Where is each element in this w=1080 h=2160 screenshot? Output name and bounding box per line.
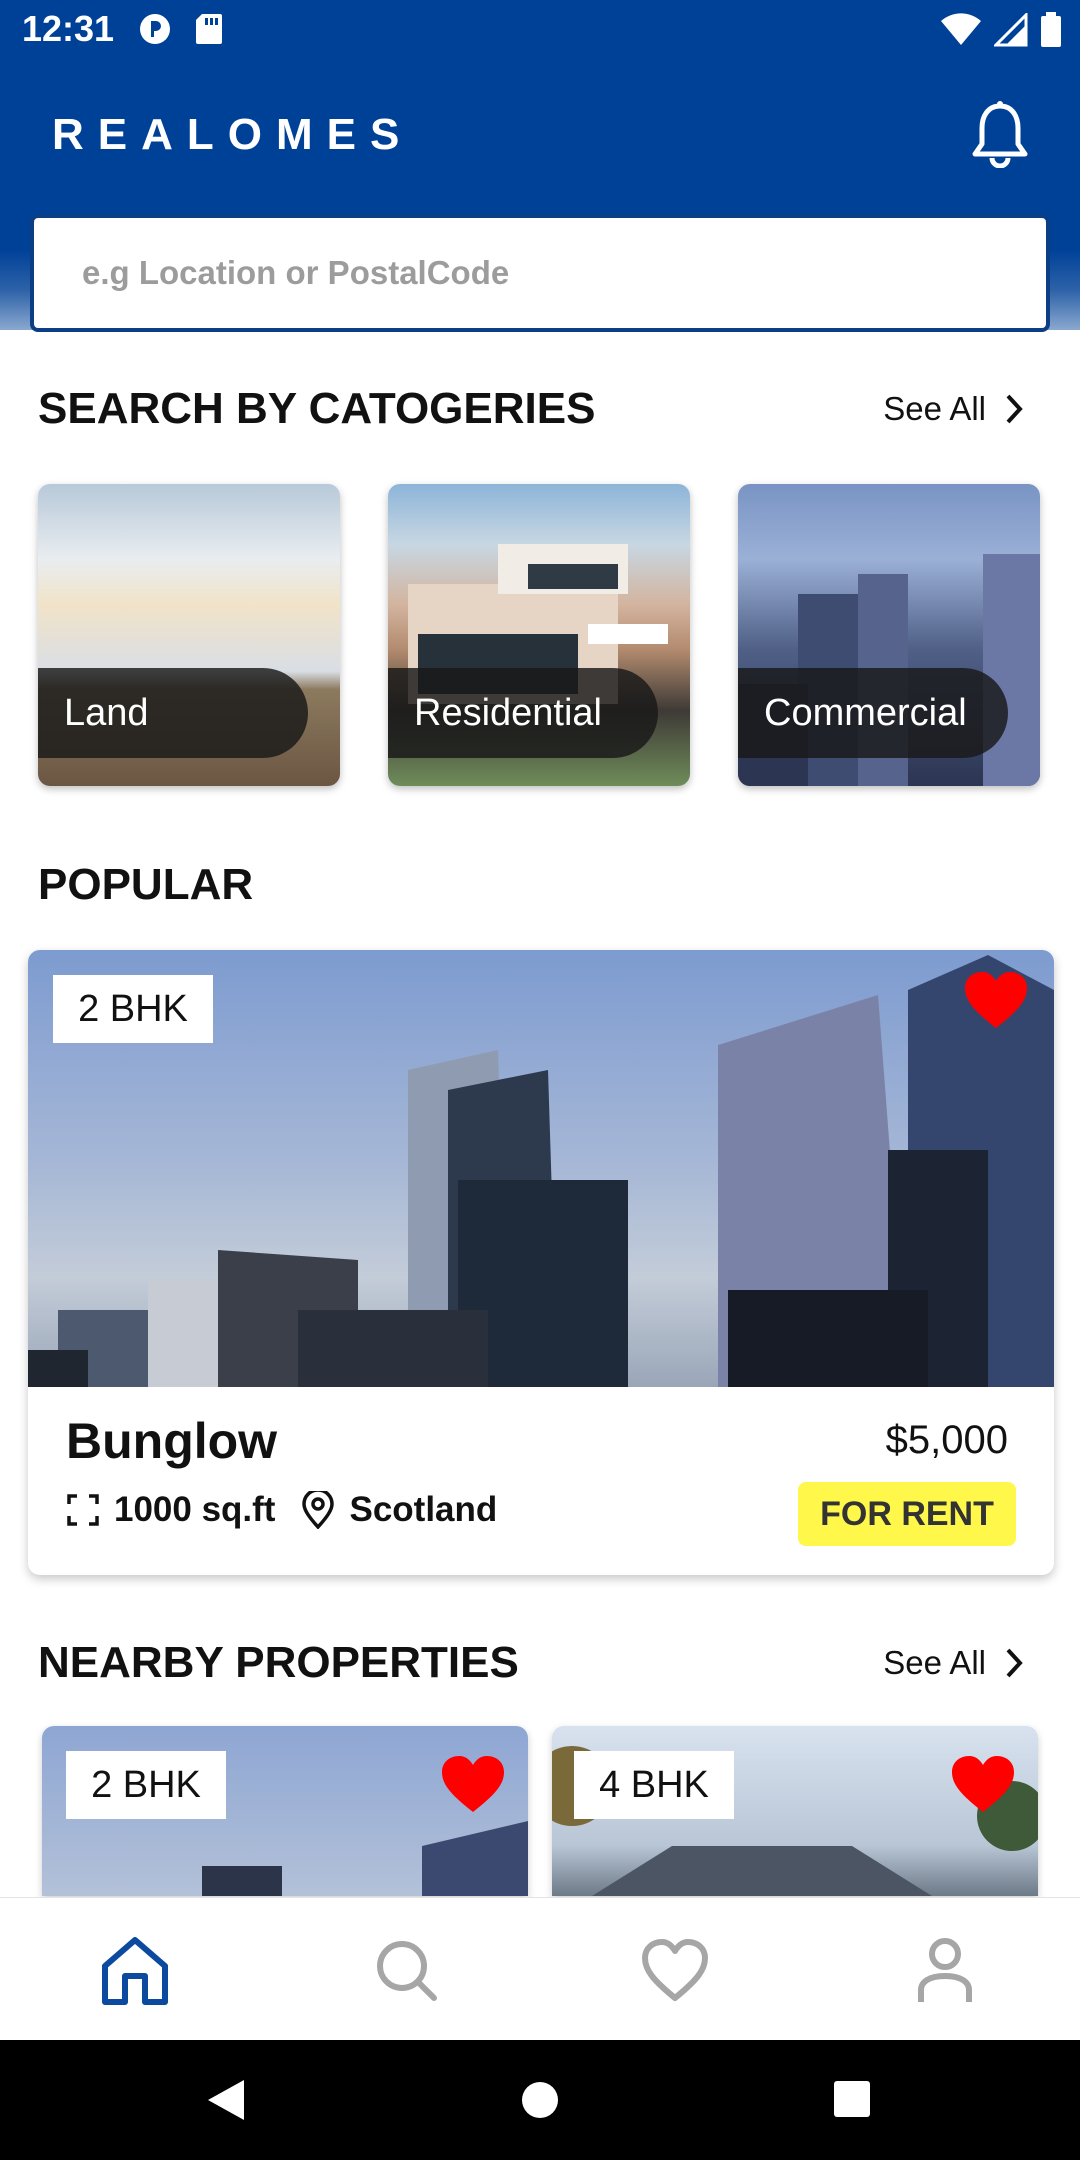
popular-title: POPULAR bbox=[38, 860, 254, 909]
profile-icon[interactable] bbox=[907, 1932, 983, 2008]
categories-title: SEARCH BY CATOGERIES bbox=[38, 384, 596, 433]
bhk-tag: 2 BHK bbox=[66, 1751, 226, 1819]
nearby-title: NEARBY PROPERTIES bbox=[38, 1638, 519, 1687]
property-area: 1000 sq.ft bbox=[114, 1490, 276, 1529]
search-icon[interactable] bbox=[368, 1932, 444, 2008]
search-bar[interactable] bbox=[30, 214, 1050, 332]
nearby-property-card[interactable]: 4 BHK bbox=[552, 1726, 1038, 1896]
data-saver-icon bbox=[140, 14, 170, 44]
bell-icon[interactable] bbox=[970, 100, 1030, 168]
property-name: Bunglow bbox=[66, 1413, 278, 1469]
nearby-property-card[interactable]: 2 BHK bbox=[42, 1726, 528, 1896]
heart-icon[interactable] bbox=[440, 1754, 506, 1814]
heart-icon[interactable] bbox=[950, 1754, 1016, 1814]
status-time: 12:31 bbox=[22, 8, 115, 49]
bhk-tag: 4 BHK bbox=[574, 1751, 734, 1819]
location-pin-icon bbox=[302, 1491, 335, 1529]
property-location: Scotland bbox=[349, 1490, 498, 1529]
wifi-icon bbox=[941, 13, 981, 45]
back-icon[interactable] bbox=[204, 2078, 246, 2122]
heart-outline-icon[interactable] bbox=[637, 1932, 713, 2008]
category-label: Commercial bbox=[738, 668, 1008, 758]
see-all-label: See All bbox=[883, 390, 986, 427]
property-price: $5,000 bbox=[885, 1418, 1008, 1462]
app-brand: REALOMES bbox=[52, 110, 414, 159]
category-card-commercial[interactable]: Commercial bbox=[738, 484, 1040, 786]
home-circle-icon[interactable] bbox=[520, 2080, 560, 2120]
category-card-land[interactable]: Land bbox=[38, 484, 340, 786]
nearby-see-all-button[interactable]: See All bbox=[883, 1644, 1024, 1682]
property-image: 2 BHK bbox=[28, 950, 1054, 1387]
heart-icon[interactable] bbox=[963, 970, 1029, 1030]
chevron-right-icon bbox=[1006, 394, 1023, 424]
home-icon[interactable] bbox=[97, 1932, 173, 2008]
bhk-tag: 2 BHK bbox=[53, 975, 213, 1043]
system-navigation-bar bbox=[0, 2040, 1080, 2160]
status-bar: 12:31 bbox=[0, 0, 1080, 62]
recents-icon[interactable] bbox=[833, 2080, 871, 2118]
sd-card-icon bbox=[196, 14, 222, 44]
category-card-residential[interactable]: Residential bbox=[388, 484, 690, 786]
bottom-navigation bbox=[0, 1897, 1080, 2040]
property-meta: 1000 sq.ft Scotland bbox=[66, 1490, 497, 1530]
category-label: Residential bbox=[388, 668, 658, 758]
category-label: Land bbox=[38, 668, 308, 758]
cell-signal-icon bbox=[994, 13, 1028, 47]
expand-icon bbox=[67, 1494, 99, 1526]
categories-see-all-button[interactable]: See All bbox=[883, 390, 1024, 428]
see-all-label: See All bbox=[883, 1644, 986, 1681]
listing-type-badge: FOR RENT bbox=[798, 1482, 1016, 1546]
popular-property-card[interactable]: 2 BHK Bunglow $5,000 1000 sq.ft Scotland… bbox=[28, 950, 1054, 1575]
chevron-right-icon bbox=[1006, 1648, 1023, 1678]
battery-icon bbox=[1041, 12, 1061, 47]
search-input[interactable] bbox=[34, 218, 1046, 328]
